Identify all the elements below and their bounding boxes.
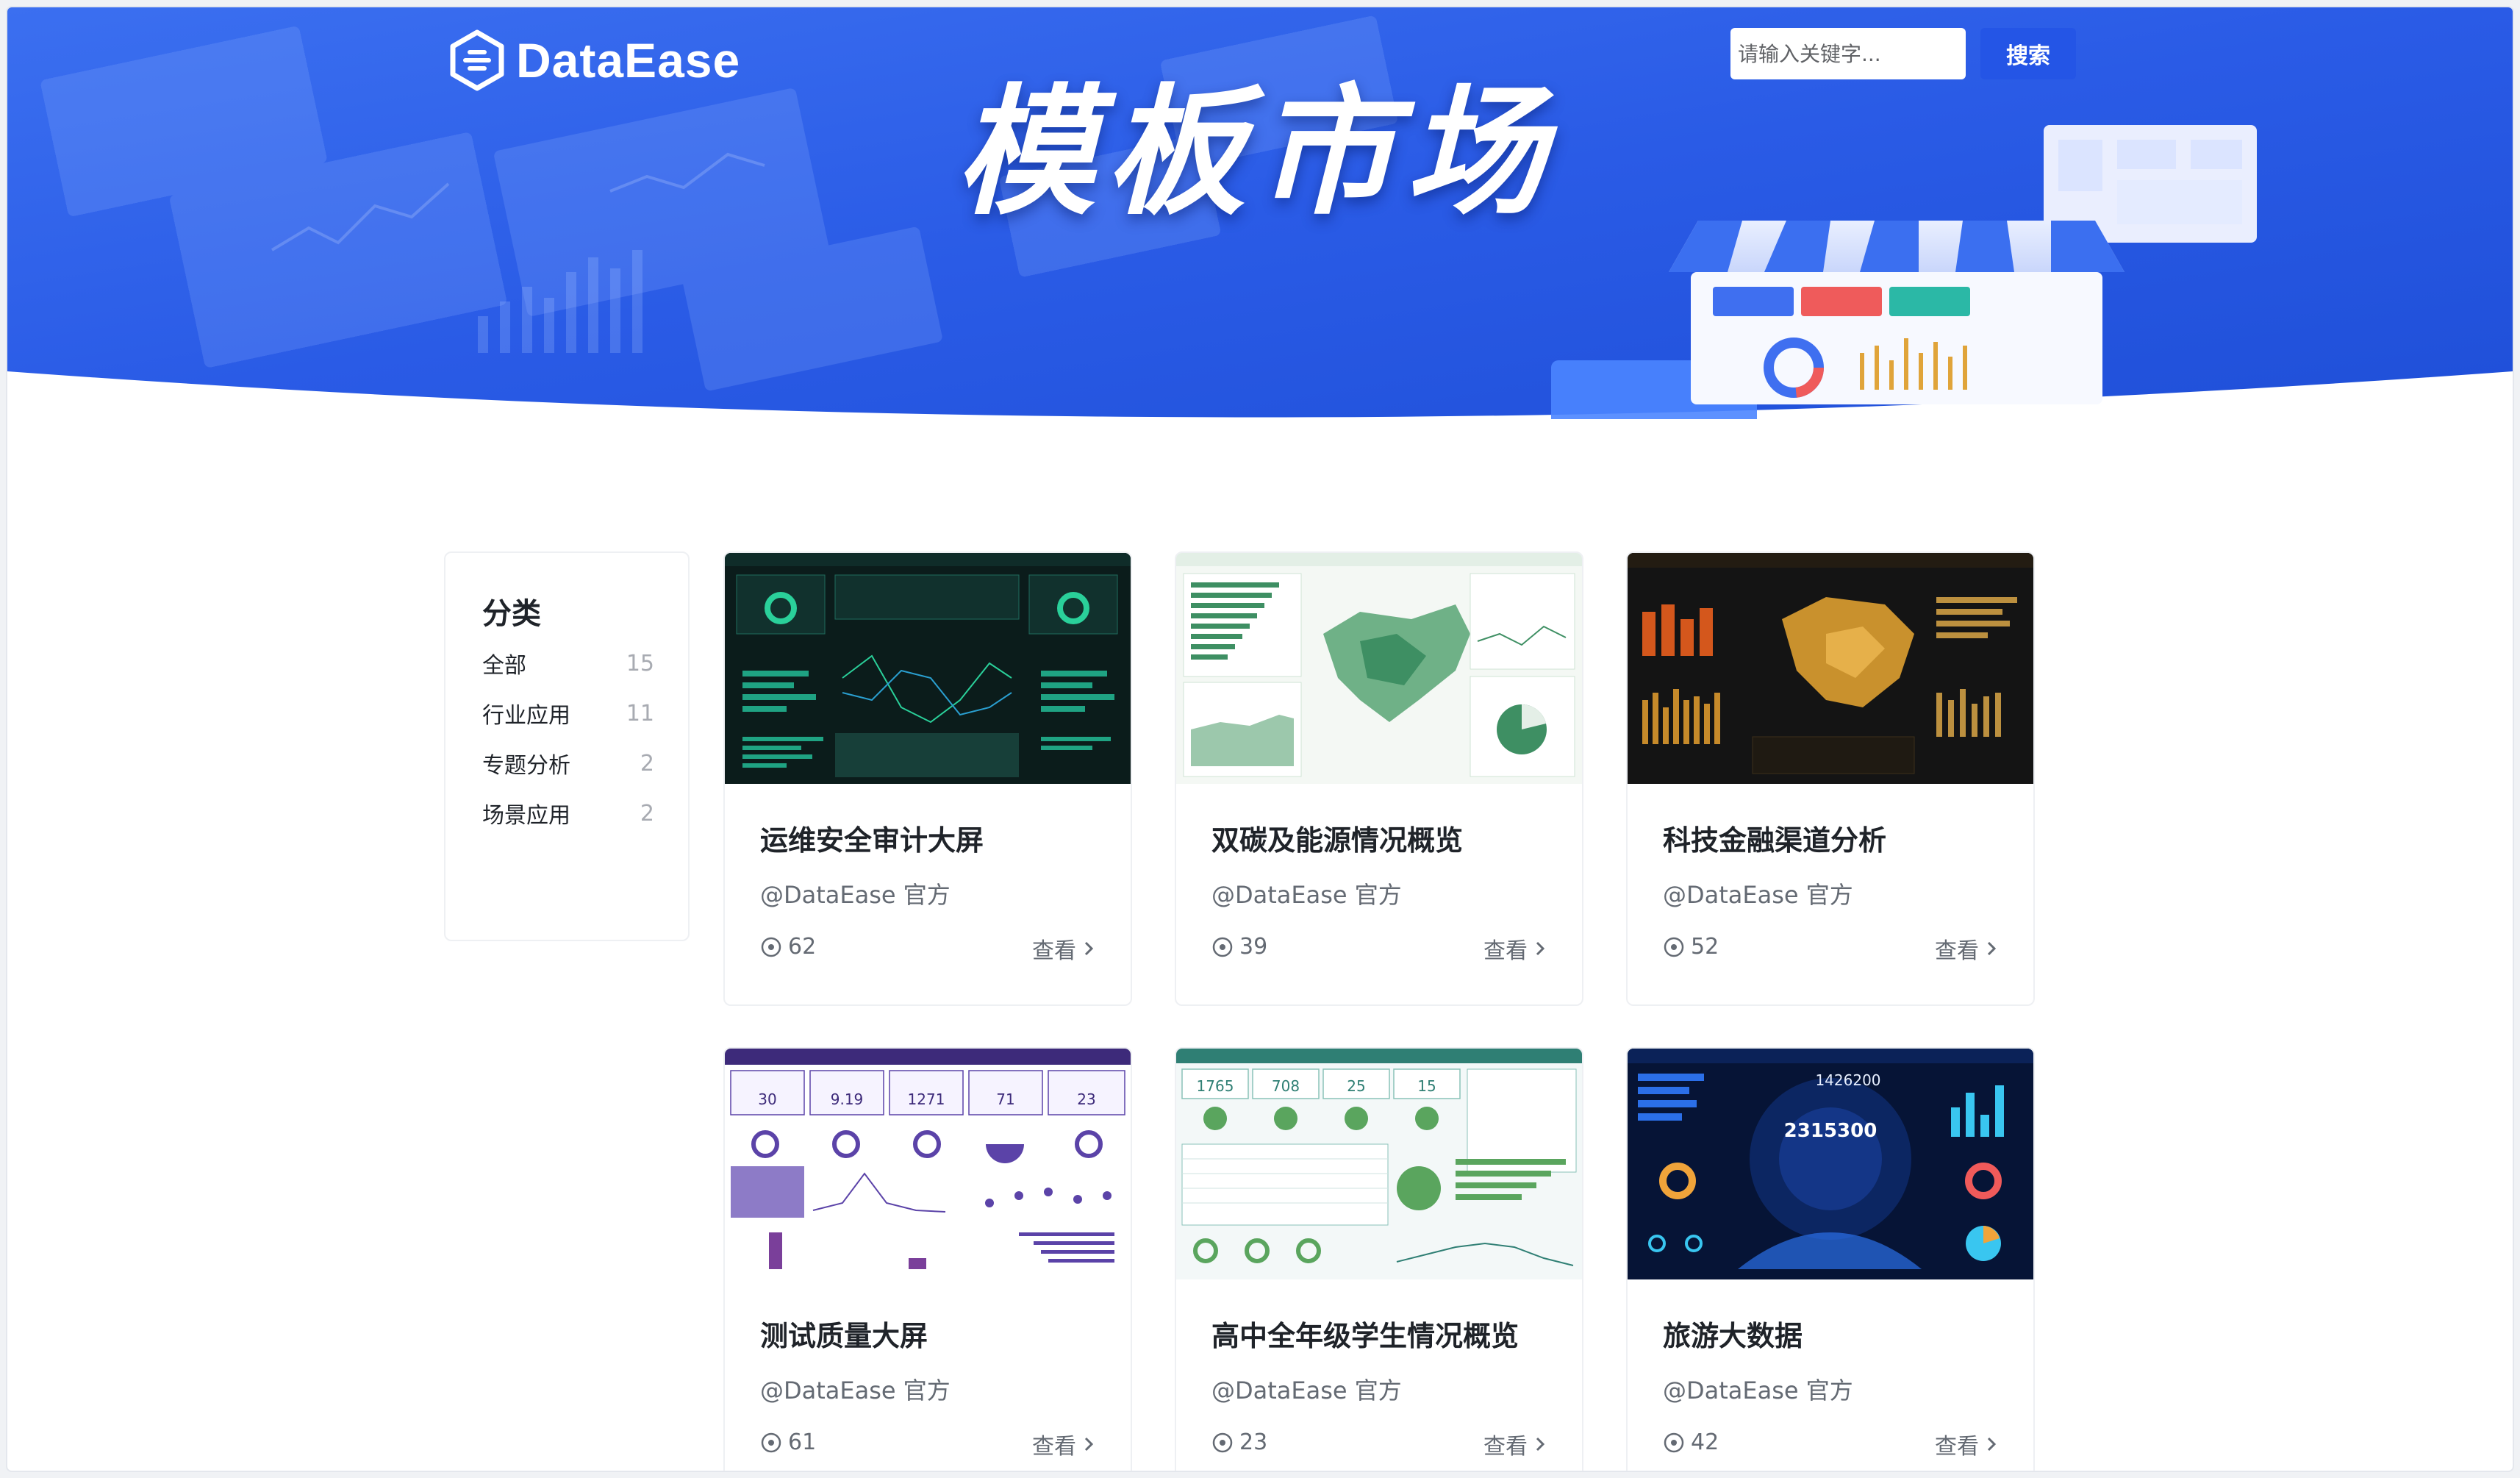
view-count: 62 — [760, 934, 816, 960]
eye-icon — [1664, 1432, 1684, 1452]
chevron-right-icon — [1084, 941, 1094, 956]
template-author: @DataEase 官方 — [760, 881, 951, 909]
eye-icon — [1212, 937, 1233, 957]
template-card[interactable]: 1765 708 25 15 高中全年级学生情况概览 @DataEase 官方 — [1175, 1047, 1583, 1471]
template-title: 双碳及能源情况概览 — [1211, 824, 1464, 857]
template-title: 测试质量大屏 — [760, 1320, 928, 1352]
metric-value: 25 — [1347, 1077, 1365, 1095]
template-author: @DataEase 官方 — [1663, 1377, 1853, 1404]
template-thumbnail — [1628, 553, 2033, 784]
view-template-label: 查看 — [1032, 938, 1076, 964]
view-count-value: 42 — [1691, 1429, 1719, 1455]
metric-value: 1426200 — [1815, 1071, 1880, 1089]
category-count: 15 — [626, 650, 654, 676]
view-count: 61 — [760, 1429, 816, 1455]
eye-icon — [1212, 1432, 1233, 1452]
template-thumbnail — [1176, 553, 1582, 784]
chevron-right-icon — [1536, 1437, 1545, 1452]
template-card[interactable]: 双碳及能源情况概览 @DataEase 官方 39 查看 — [1175, 551, 1583, 1006]
template-author: @DataEase 官方 — [1663, 881, 1853, 909]
template-author: @DataEase 官方 — [1211, 1377, 1402, 1404]
chevron-right-icon — [1536, 941, 1545, 956]
eye-icon — [761, 937, 781, 957]
template-thumbnail — [725, 553, 1131, 784]
metric-value: 708 — [1272, 1077, 1300, 1095]
view-count: 23 — [1211, 1429, 1267, 1455]
brand-name: DataEase — [516, 33, 741, 88]
metric-value: 71 — [996, 1090, 1014, 1108]
chevron-right-icon — [1987, 941, 1997, 956]
page-frame: DataEase 模板市场 搜索 分类 全部 15 行业应用 11 专题分析 2… — [7, 7, 2513, 1471]
category-count: 2 — [640, 750, 654, 777]
template-title: 科技金融渠道分析 — [1663, 824, 1887, 857]
template-author: @DataEase 官方 — [760, 1377, 951, 1404]
template-card[interactable]: 科技金融渠道分析 @DataEase 官方 52 查看 — [1626, 551, 2035, 1006]
template-card[interactable]: 运维安全审计大屏 @DataEase 官方 62 查看 — [723, 551, 1132, 1006]
view-count-value: 61 — [788, 1429, 817, 1455]
view-count-value: 62 — [788, 934, 817, 960]
hero-banner: DataEase 模板市场 搜索 — [7, 7, 2513, 419]
metric-value: 1271 — [908, 1090, 945, 1108]
category-label: 场景应用 — [482, 803, 570, 829]
metric-value: 23 — [1077, 1090, 1095, 1108]
category-label: 行业应用 — [482, 703, 570, 729]
view-template-label: 查看 — [1483, 1434, 1528, 1460]
eye-icon — [761, 1432, 781, 1452]
hero-title: 模板市场 — [956, 71, 1556, 234]
view-template-button[interactable]: 查看 — [1483, 932, 1545, 965]
dataease-logo-icon — [450, 29, 504, 91]
template-title: 高中全年级学生情况概览 — [1211, 1320, 1519, 1352]
view-template-button[interactable]: 查看 — [1935, 932, 1997, 965]
template-thumbnail: 1426200 2315300 — [1628, 1049, 2033, 1279]
category-item-industry[interactable]: 行业应用 11 — [482, 691, 654, 735]
eye-icon — [1664, 937, 1684, 957]
chevron-right-icon — [1084, 1437, 1094, 1452]
view-template-label: 查看 — [1935, 938, 1979, 964]
template-title: 旅游大数据 — [1663, 1320, 1803, 1352]
metric-value: 15 — [1417, 1077, 1436, 1095]
sidebar-title: 分类 — [482, 597, 541, 631]
view-template-label: 查看 — [1935, 1434, 1979, 1460]
category-item-topic[interactable]: 专题分析 2 — [482, 741, 654, 785]
category-label: 全部 — [482, 653, 526, 679]
view-count-value: 39 — [1239, 934, 1268, 960]
template-author: @DataEase 官方 — [1211, 881, 1402, 909]
template-title: 运维安全审计大屏 — [760, 824, 984, 857]
category-item-all[interactable]: 全部 15 — [482, 641, 654, 685]
category-label: 专题分析 — [482, 753, 570, 779]
template-card[interactable]: 30 9.19 1271 71 23 测试质量大屏 @DataEase 官方 6… — [723, 1047, 1132, 1471]
brand-logo[interactable]: DataEase — [448, 29, 740, 91]
view-template-label: 查看 — [1032, 1434, 1076, 1460]
metric-value: 2315300 — [1784, 1120, 1878, 1142]
view-template-button[interactable]: 查看 — [1032, 1428, 1094, 1460]
view-template-label: 查看 — [1483, 938, 1528, 964]
category-count: 11 — [626, 700, 654, 726]
template-thumbnail: 1765 708 25 15 — [1176, 1049, 1582, 1279]
view-template-button[interactable]: 查看 — [1935, 1428, 1997, 1460]
view-count: 52 — [1663, 934, 1719, 960]
search-button[interactable]: 搜索 — [1980, 28, 2076, 79]
view-count-value: 52 — [1691, 934, 1719, 960]
template-card[interactable]: 1426200 2315300 旅游大数据 @DataEase 官方 42 查看 — [1626, 1047, 2035, 1471]
template-thumbnail: 30 9.19 1271 71 23 — [725, 1049, 1131, 1279]
metric-value: 30 — [758, 1090, 776, 1108]
view-count: 39 — [1211, 934, 1267, 960]
metric-value: 9.19 — [831, 1090, 864, 1108]
category-sidebar: 分类 全部 15 行业应用 11 专题分析 2 场景应用 2 — [444, 551, 690, 941]
view-template-button[interactable]: 查看 — [1032, 932, 1094, 965]
view-count: 42 — [1663, 1429, 1719, 1455]
category-count: 2 — [640, 800, 654, 827]
search-input[interactable] — [1730, 28, 1966, 79]
chevron-right-icon — [1987, 1437, 1997, 1452]
view-template-button[interactable]: 查看 — [1483, 1428, 1545, 1460]
category-item-scene[interactable]: 场景应用 2 — [482, 791, 654, 835]
view-count-value: 23 — [1239, 1429, 1268, 1455]
metric-value: 1765 — [1197, 1077, 1234, 1095]
